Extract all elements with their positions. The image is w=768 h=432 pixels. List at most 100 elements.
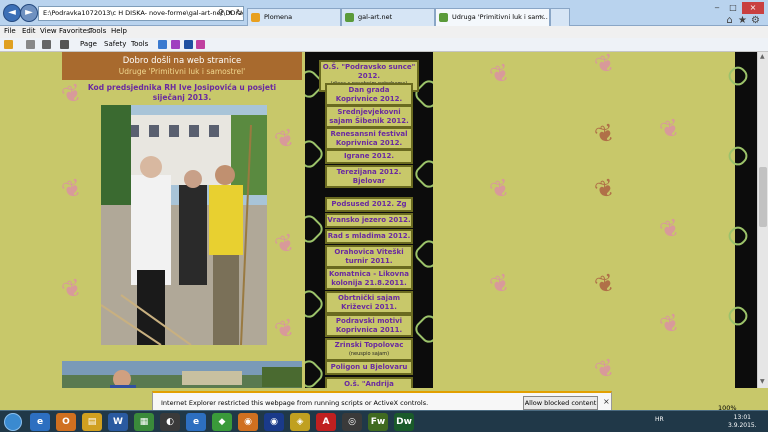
scroll-down-icon[interactable]: ▼ [760, 378, 765, 385]
photo-event [62, 361, 302, 388]
acrobat-icon[interactable]: A [316, 413, 336, 431]
pattern-shape [305, 357, 326, 388]
minimize-icon[interactable]: ‒ [710, 2, 724, 14]
link-vransko-jezero[interactable]: Vransko jezero 2012. [325, 213, 413, 228]
link-podsused[interactable]: Podsused 2012. Zg [325, 197, 413, 212]
link-igrane[interactable]: Igrane 2012. [325, 149, 413, 164]
tools-menu[interactable]: Tools [131, 40, 148, 48]
link-obrtnicki-sajam[interactable]: Obrtnički sajam Križevci 2011. [325, 291, 413, 314]
link-orahovica[interactable]: Orahovica Viteški turnir 2011. [325, 245, 413, 268]
link-renesansni-festival[interactable]: Renesansni festival Koprivnica 2012. [325, 127, 413, 150]
app-icon[interactable]: ◉ [264, 413, 284, 431]
tab-udruga[interactable]: Udruga 'Primitivni luk i sam... × [435, 8, 550, 26]
scroll-thumb[interactable] [759, 167, 767, 227]
gear-icon[interactable]: ⚙ [750, 15, 761, 26]
app-icon[interactable]: ◎ [342, 413, 362, 431]
link-os-andrija-palmovic[interactable]: O.š. "Andrija Palmović" [325, 377, 413, 388]
link-rad-s-mladima[interactable]: Rad s mladima 2012. [325, 229, 413, 244]
dreamweaver-icon[interactable]: Dw [394, 413, 414, 431]
leaf-icon: ❦ [270, 122, 300, 156]
vertical-scrollbar[interactable]: ▲ ▼ [757, 52, 768, 388]
dropdown-icon[interactable]: ▾ [228, 8, 232, 17]
addon-icon[interactable] [196, 40, 205, 49]
outlook-icon[interactable]: O [56, 413, 76, 431]
addon-icon[interactable] [184, 40, 193, 49]
mail-icon[interactable] [42, 40, 51, 49]
menu-file[interactable]: File [4, 27, 16, 35]
link-sibenik[interactable]: Srednjevjekovni sajam Šibenik 2012. [325, 105, 413, 128]
pattern-shape [305, 137, 326, 171]
tab-plomena[interactable]: Plomena [247, 8, 341, 26]
language-indicator[interactable]: HR [655, 416, 664, 423]
explorer-icon[interactable]: ▤ [82, 413, 102, 431]
tab-gal-art[interactable]: gal-art.net [341, 8, 435, 26]
addon-icon[interactable] [171, 40, 180, 49]
link-label: Zrinski Topolovac [334, 341, 404, 349]
maximize-icon[interactable]: □ [726, 2, 740, 14]
address-field[interactable]: E:\Podravka1072013\c H DISKA- nove-forme… [38, 6, 244, 21]
search-icon[interactable]: ⚲ [218, 8, 224, 17]
spreadsheet-icon[interactable]: ▦ [134, 413, 154, 431]
scroll-up-icon[interactable]: ▲ [760, 53, 765, 60]
start-button[interactable] [4, 413, 22, 431]
caption-line: siječanj 2013. [152, 93, 212, 102]
leaf-icon: ❦ [655, 112, 685, 146]
browser-window: ◄ ► E:\Podravka1072013\c H DISKA- nove-f… [0, 0, 768, 432]
ie-icon[interactable]: e [186, 413, 206, 431]
web-page: ❦ ❦ ❦ ❦ ❦ ❦ ❦ ❦ ❦ ❦ ❦ ❦ ❦ ❦ ❦ ❦ ❦ Dobro … [0, 52, 768, 388]
app-icon[interactable]: ◐ [160, 413, 180, 431]
link-label: Podravski motivi Koprivnica 2011. [335, 317, 403, 334]
close-tab-icon[interactable]: × [539, 9, 545, 25]
pattern-shape [725, 143, 751, 169]
leaf-icon: ❦ [590, 117, 620, 151]
link-komatnica[interactable]: Komatnica - Likovna kolonija 21.8.2011. [325, 267, 413, 290]
word-icon[interactable]: W [108, 413, 128, 431]
menu-tools[interactable]: Tools [89, 27, 106, 35]
close-notification-icon[interactable]: × [603, 397, 610, 406]
safety-menu[interactable]: Safety [104, 40, 126, 48]
link-dan-grada[interactable]: Dan grada Koprivnice 2012. [325, 83, 413, 106]
link-label: Dan grada Koprivnice 2012. [335, 86, 403, 103]
allow-blocked-content-button[interactable]: Allow blocked content [523, 396, 598, 410]
menu-favorites[interactable]: Favorites [59, 27, 91, 35]
link-terezijana[interactable]: Terezijana 2012. Bjelovar [325, 165, 413, 188]
link-poligon-bjelovar[interactable]: Poligon u Bjelovaru [325, 360, 413, 375]
app-icon[interactable]: ◈ [290, 413, 310, 431]
new-tab-button[interactable] [550, 8, 570, 26]
photo-president-visit [101, 105, 267, 345]
ie-icon[interactable]: e [30, 413, 50, 431]
back-icon[interactable]: ◄ [3, 4, 21, 22]
clock[interactable]: 13:01 3.9.2015. [728, 414, 757, 430]
home-icon[interactable]: ⌂ [724, 15, 735, 26]
link-podravski-motivi[interactable]: Podravski motivi Koprivnica 2011. [325, 314, 413, 337]
help-icon[interactable] [158, 40, 167, 49]
feeds-icon[interactable] [26, 40, 35, 49]
pattern-shape [412, 312, 433, 346]
leaf-icon: ❦ [590, 52, 620, 81]
leaf-icon: ❦ [57, 172, 87, 206]
refresh-icon[interactable]: ↻ [236, 8, 243, 17]
link-zrinski-topolovac[interactable]: Zrinski Topolovac (neuspio sajam) [325, 338, 413, 361]
link-label: Igrane 2012. [343, 152, 395, 160]
menu-help[interactable]: Help [111, 27, 127, 35]
close-icon[interactable]: × [742, 2, 764, 14]
link-label: Orahovica Viteški turnir 2011. [334, 248, 404, 265]
page-menu[interactable]: Page [80, 40, 97, 48]
pattern-shape [305, 287, 326, 321]
fireworks-icon[interactable]: Fw [368, 413, 388, 431]
tab-label: Udruga 'Primitivni luk i sam... [452, 13, 548, 21]
forward-icon[interactable]: ► [20, 4, 38, 22]
pattern-shape [305, 212, 326, 246]
menu-edit[interactable]: Edit [22, 27, 36, 35]
photo-caption: Kod predsjednika RH Ive Josipovića u pos… [62, 83, 302, 103]
page-icon [251, 13, 260, 22]
leaf-icon: ❦ [485, 57, 515, 91]
favorites-bar-icon[interactable] [4, 40, 13, 49]
app-icon[interactable]: ◆ [212, 413, 232, 431]
print-icon[interactable] [60, 40, 69, 49]
app-icon[interactable]: ◉ [238, 413, 258, 431]
favorites-icon[interactable]: ★ [737, 15, 748, 26]
welcome-banner: Dobro došli na web stranice Udruge 'Prim… [62, 52, 302, 80]
menu-view[interactable]: View [40, 27, 57, 35]
link-label: Rad s mladima 2012. [327, 232, 411, 240]
